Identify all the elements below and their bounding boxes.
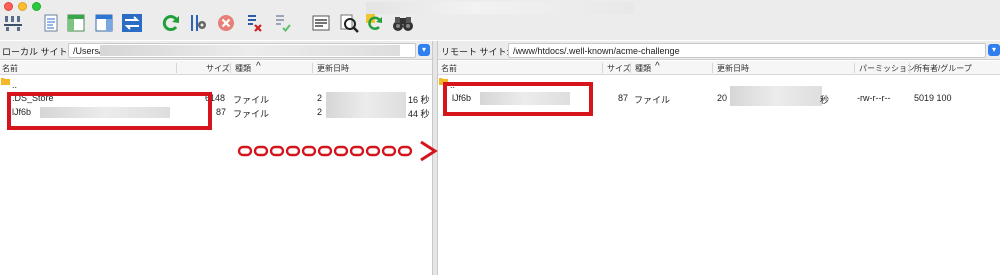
- transfer-queue-icon[interactable]: [121, 12, 143, 34]
- close-window-button[interactable]: [4, 2, 13, 11]
- sync-browsing-icon[interactable]: [364, 12, 386, 34]
- redacted-date: [326, 92, 406, 105]
- zoom-window-button[interactable]: [32, 2, 41, 11]
- toggle-message-log-icon[interactable]: [40, 12, 62, 34]
- annotation-highlight-remote: [443, 82, 593, 116]
- file-type: ファイル: [233, 109, 270, 119]
- file-name: ..: [12, 80, 18, 90]
- file-type: ファイル: [634, 95, 671, 105]
- file-modified-prefix: 2: [317, 93, 323, 103]
- redacted-local-path: [100, 45, 400, 56]
- remote-site-bar: リモート サイト: /www/htdocs/.well-known/acme-c…: [438, 41, 1000, 60]
- remote-site-label: リモート サイト:: [441, 47, 510, 57]
- local-column-header: 名前 サイズ 種類 ^ 更新日時: [0, 61, 432, 75]
- file-modified-suffix: 秒: [820, 95, 830, 105]
- file-modified-prefix: 2: [317, 107, 323, 117]
- directory-listing-filters-icon[interactable]: [310, 12, 332, 34]
- toggle-compare-icon[interactable]: [338, 12, 360, 34]
- local-col-name[interactable]: 名前: [2, 63, 18, 74]
- folder-icon: [1, 77, 10, 87]
- remote-col-owner[interactable]: 所有者/グループ: [914, 63, 972, 74]
- refresh-icon[interactable]: [160, 12, 182, 34]
- toolbar: [0, 0, 1000, 40]
- remote-col-name[interactable]: 名前: [441, 63, 457, 74]
- sort-ascending-icon: ^: [655, 61, 660, 72]
- remote-path-input[interactable]: /www/htdocs/.well-known/acme-challenge: [508, 43, 986, 58]
- list-item[interactable]: ..: [0, 77, 432, 91]
- redacted-date: [326, 105, 406, 118]
- annotation-arrow: [237, 140, 447, 166]
- file-permission: -rw-r--r--: [857, 93, 891, 103]
- redacted-date: [730, 86, 822, 106]
- local-site-bar: ローカル サイト: /Users/ ▾: [0, 41, 432, 60]
- remote-col-modified[interactable]: 更新日時: [717, 63, 749, 74]
- process-queue-icon[interactable]: [187, 12, 209, 34]
- disconnect-icon[interactable]: [243, 12, 265, 34]
- local-col-modified[interactable]: 更新日時: [317, 63, 349, 74]
- file-size: 87: [618, 93, 629, 103]
- local-site-label: ローカル サイト:: [2, 47, 71, 57]
- local-col-type[interactable]: 種類: [235, 63, 251, 74]
- site-manager-icon[interactable]: [2, 12, 24, 34]
- toggle-local-tree-icon[interactable]: [65, 12, 87, 34]
- remote-col-type[interactable]: 種類: [635, 63, 651, 74]
- reconnect-icon[interactable]: [271, 12, 293, 34]
- annotation-highlight-local: [7, 92, 212, 130]
- minimize-window-button[interactable]: [18, 2, 27, 11]
- file-size: 87: [216, 107, 227, 117]
- file-modified-suffix: 44 秒: [408, 109, 430, 119]
- toggle-remote-tree-icon[interactable]: [93, 12, 115, 34]
- remote-col-permission[interactable]: パーミッション: [859, 63, 915, 74]
- remote-col-size[interactable]: サイズ: [607, 63, 631, 74]
- file-modified-prefix: 20: [717, 93, 728, 103]
- remote-column-header: 名前 サイズ 種類 ^ 更新日時 パーミッション 所有者/グループ: [438, 61, 1000, 75]
- remote-path-dropdown-button[interactable]: ▾: [988, 44, 1000, 56]
- sort-ascending-icon: ^: [256, 61, 261, 72]
- search-remote-files-icon[interactable]: [392, 12, 414, 34]
- file-owner: 5019 100: [914, 93, 952, 103]
- local-path-dropdown-button[interactable]: ▾: [418, 44, 430, 56]
- cancel-operation-icon[interactable]: [215, 12, 237, 34]
- local-col-size[interactable]: サイズ: [206, 63, 230, 74]
